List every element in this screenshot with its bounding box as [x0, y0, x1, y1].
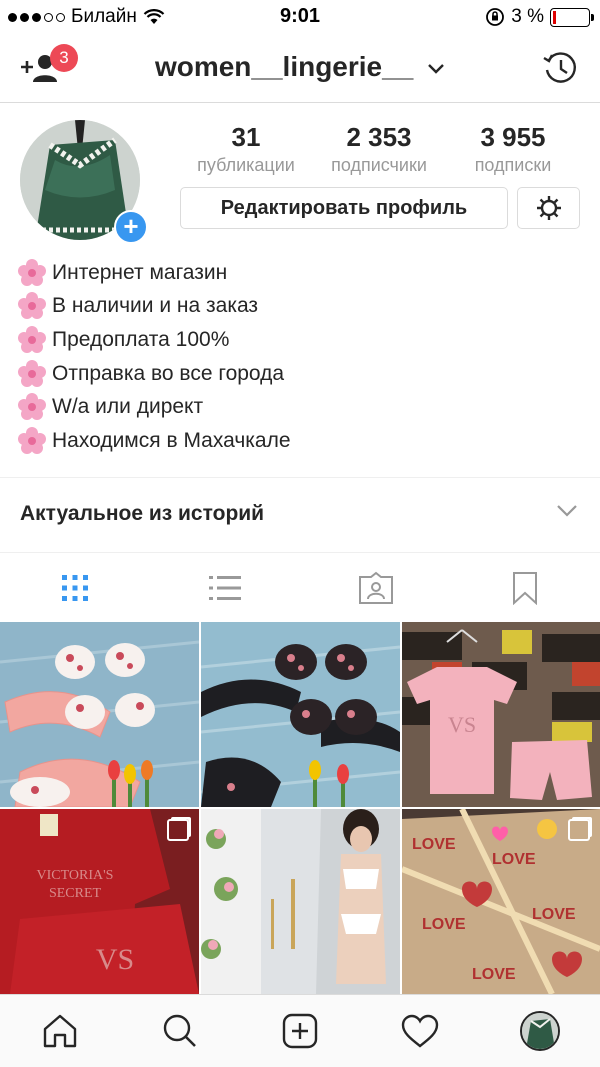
svg-text:LOVE: LOVE	[472, 966, 516, 983]
username-switcher[interactable]: women__lingerie__	[0, 51, 600, 83]
tagged-icon	[359, 571, 393, 604]
bottom-navigation	[0, 994, 600, 1067]
svg-text:VS: VS	[96, 943, 134, 976]
cherry-blossom-icon	[18, 426, 46, 454]
post-thumbnail[interactable]	[201, 809, 400, 994]
nav-home[interactable]	[40, 1011, 80, 1051]
tab-tagged[interactable]	[356, 570, 396, 606]
saved-icon	[513, 572, 537, 605]
profile-view-tabs	[0, 552, 600, 622]
profile-header: 3 women__lingerie__	[0, 34, 600, 103]
activity-heart-icon	[401, 1014, 439, 1048]
grid-icon	[62, 575, 88, 601]
svg-text:VICTORIA'S: VICTORIA'S	[37, 868, 114, 883]
followers-label: подписчики	[331, 155, 427, 175]
bio-line: В наличии и на заказ	[18, 290, 291, 324]
nav-activity[interactable]	[400, 1011, 440, 1051]
bio-text: Предоплата 100%	[52, 327, 230, 351]
following-label: подписки	[474, 155, 552, 175]
post-thumbnail[interactable]: VICTORIA'S SECRET VS	[0, 809, 199, 994]
tab-saved[interactable]	[505, 570, 545, 606]
svg-text:SECRET: SECRET	[49, 886, 102, 901]
chevron-down-icon	[557, 505, 577, 517]
post-thumbnail[interactable]	[0, 622, 199, 807]
home-icon	[43, 1014, 77, 1048]
bio-text: В наличии и на заказ	[52, 294, 259, 318]
bio-text: W/a или директ	[52, 395, 204, 419]
post-thumbnail[interactable]: LOVE LOVE LOVE LOVE LOVE	[402, 809, 600, 994]
archive-history-icon[interactable]	[542, 50, 578, 86]
cherry-blossom-icon	[18, 325, 46, 353]
add-story-plus-icon[interactable]: +	[114, 210, 148, 244]
cherry-blossom-icon	[18, 258, 46, 286]
post-thumbnail[interactable]: VS	[402, 622, 600, 807]
settings-button[interactable]	[517, 187, 580, 229]
cherry-blossom-icon	[18, 393, 46, 421]
bio-line: Интернет магазин	[18, 256, 291, 290]
posts-grid: VS VICTORIA'S SECRET VS LOVE LOVE LOVE L…	[0, 622, 600, 994]
stat-followers[interactable]: 2 353 подписчики	[319, 122, 439, 176]
chevron-down-icon	[428, 63, 444, 74]
bio-line: Находимся в Махачкале	[18, 424, 291, 458]
svg-text:LOVE: LOVE	[492, 851, 536, 868]
cherry-blossom-icon	[18, 292, 46, 320]
svg-text:LOVE: LOVE	[532, 906, 576, 923]
followers-count: 2 353	[346, 122, 412, 152]
post-thumbnail[interactable]	[201, 622, 400, 807]
nav-search[interactable]	[160, 1011, 200, 1051]
orientation-lock-icon	[486, 8, 505, 26]
search-icon	[163, 1014, 196, 1047]
status-bar: Билайн 9:01 3 %	[0, 0, 600, 34]
bio-line: Предоплата 100%	[18, 323, 291, 357]
battery-percentage: 3 %	[511, 6, 544, 27]
story-highlights-toggle[interactable]: Актуальное из историй	[0, 477, 600, 553]
tab-grid[interactable]	[55, 570, 95, 606]
new-post-icon	[282, 1013, 318, 1049]
stat-posts[interactable]: 31 публикации	[186, 122, 306, 176]
svg-text:LOVE: LOVE	[422, 916, 466, 933]
bio-text: Находимся в Махачкале	[52, 428, 291, 452]
tab-list[interactable]	[205, 570, 245, 606]
status-right: 3 %	[485, 6, 594, 28]
multiple-photos-icon	[568, 819, 590, 841]
gear-icon	[536, 196, 561, 220]
battery-icon	[550, 7, 594, 27]
bio-line: W/a или директ	[18, 390, 291, 424]
nav-profile[interactable]	[520, 1011, 560, 1051]
profile-avatar-icon	[520, 1011, 560, 1051]
posts-label: публикации	[197, 155, 295, 175]
multiple-photos-icon	[167, 819, 189, 841]
highlights-title: Актуальное из историй	[20, 502, 265, 525]
bio-line: Отправка во все города	[18, 357, 291, 391]
username: women__lingerie__	[154, 51, 414, 82]
nav-new-post[interactable]	[280, 1011, 320, 1051]
svg-text:VS: VS	[448, 712, 476, 737]
following-count: 3 955	[480, 122, 546, 152]
cherry-blossom-icon	[18, 359, 46, 387]
posts-count: 31	[231, 122, 261, 152]
profile-bio: Интернет магазин В наличии и на заказ Пр…	[18, 256, 291, 458]
stat-following[interactable]: 3 955 подписки	[453, 122, 573, 176]
edit-profile-button[interactable]: Редактировать профиль	[180, 187, 508, 229]
svg-text:LOVE: LOVE	[412, 836, 456, 853]
bio-text: Отправка во все города	[52, 361, 285, 385]
list-icon	[209, 576, 241, 600]
bio-text: Интернет магазин	[52, 260, 228, 284]
